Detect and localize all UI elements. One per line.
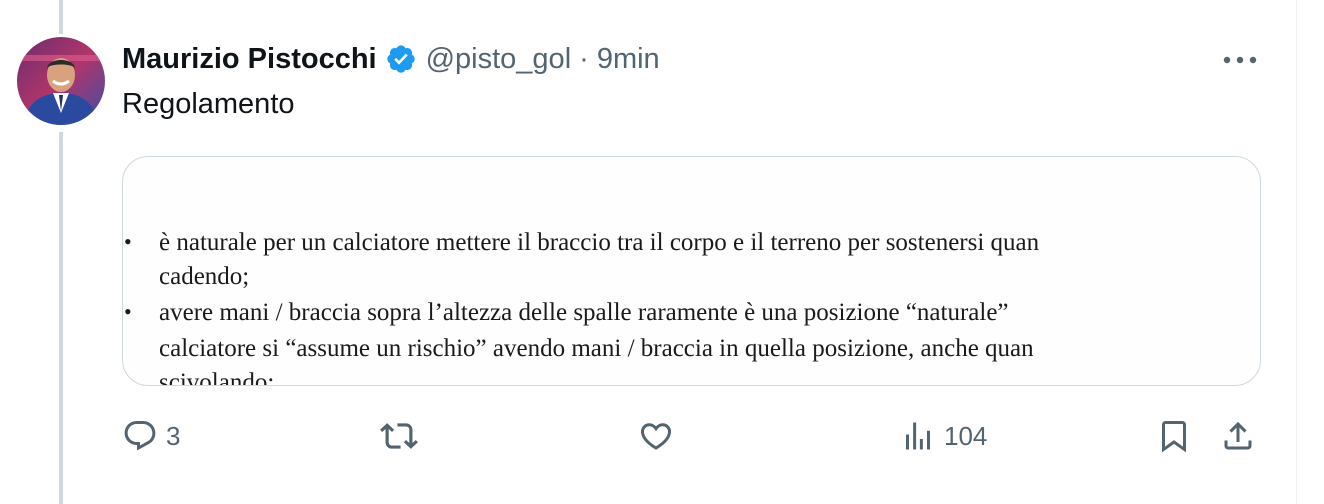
author-handle[interactable]: @pisto_gol bbox=[426, 43, 572, 76]
thread-line-top bbox=[59, 0, 63, 34]
doc-line: è naturale per un calciatore mettere il … bbox=[159, 229, 1040, 256]
thread-line bbox=[59, 132, 63, 504]
column-border bbox=[1296, 0, 1297, 504]
separator-dot: · bbox=[579, 42, 589, 75]
doc-bullet: • bbox=[124, 229, 132, 254]
views-button[interactable]: 104 bbox=[900, 414, 987, 458]
views-icon bbox=[906, 422, 930, 450]
retweet-button[interactable] bbox=[380, 414, 418, 458]
timestamp[interactable]: 9min bbox=[597, 43, 660, 76]
share-button[interactable] bbox=[1220, 414, 1256, 458]
tweet-actions: 3 104 bbox=[122, 414, 1262, 458]
more-options-button[interactable] bbox=[1220, 44, 1260, 76]
doc-line: scivolando; bbox=[159, 369, 275, 386]
attached-image[interactable]: • è naturale per un calciatore mettere i… bbox=[122, 156, 1261, 386]
retweet-icon bbox=[380, 423, 418, 449]
bookmark-icon bbox=[1162, 421, 1186, 453]
doc-bullet: • bbox=[124, 299, 132, 324]
display-name[interactable]: Maurizio Pistocchi bbox=[122, 43, 377, 76]
reply-icon bbox=[124, 421, 156, 451]
doc-line: calciatore si “assume un rischio” avendo… bbox=[159, 335, 1034, 362]
profile-photo-icon bbox=[17, 37, 105, 125]
tweet-text: Regolamento bbox=[122, 88, 295, 120]
share-icon bbox=[1224, 421, 1252, 450]
document-image: • è naturale per un calciatore mettere i… bbox=[123, 157, 1260, 385]
tweet-header: Maurizio Pistocchi @pisto_gol · 9min bbox=[122, 38, 660, 80]
tweet-page: Maurizio Pistocchi @pisto_gol · 9min Reg… bbox=[0, 0, 1324, 504]
bookmark-button[interactable] bbox=[1156, 414, 1192, 458]
avatar[interactable] bbox=[17, 37, 105, 125]
more-icon bbox=[1223, 56, 1257, 64]
heart-icon bbox=[640, 423, 672, 450]
reply-count: 3 bbox=[166, 420, 181, 451]
doc-line: cadendo; bbox=[159, 263, 250, 290]
views-count: 104 bbox=[944, 420, 988, 451]
like-button[interactable] bbox=[638, 414, 674, 458]
doc-line: avere mani / braccia sopra l’altezza del… bbox=[159, 299, 1009, 326]
verified-badge-icon[interactable] bbox=[385, 43, 417, 75]
reply-button[interactable]: 3 bbox=[122, 414, 180, 458]
